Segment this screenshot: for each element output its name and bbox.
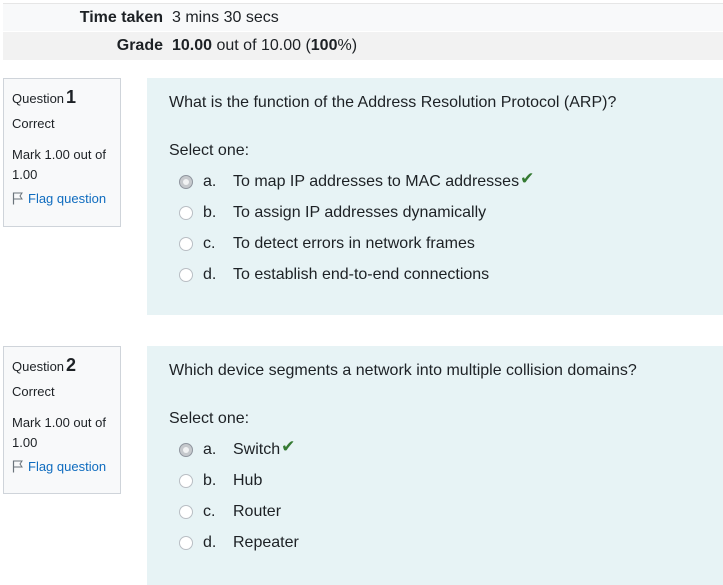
question-number: 2: [66, 355, 77, 375]
flag-question-label: Flag question: [28, 191, 107, 206]
answer-text: Switch: [233, 440, 281, 458]
grade-score: 10.00: [172, 37, 213, 54]
time-taken-label: Time taken: [79, 8, 163, 26]
answer-option[interactable]: a. To map IP addresses to MAC addresses ✔: [179, 166, 701, 197]
grade-value: 10.00 out of 10.00 (100%): [172, 37, 357, 55]
review-summary: Time taken 3 mins 30 secs Grade 10.00 ou…: [3, 3, 723, 60]
question-2-info: Question 2 Correct Mark 1.00 out of 1.00 …: [3, 346, 121, 494]
answer-option[interactable]: b. To assign IP addresses dynamically: [179, 197, 701, 228]
answer-text: Hub: [233, 471, 263, 489]
question-1-mark: Mark 1.00 out of 1.00: [12, 147, 106, 182]
answer-letter: b.: [203, 471, 217, 489]
answer-letter: a.: [203, 172, 217, 190]
radio-button[interactable]: [179, 504, 193, 519]
question-2-prompt: Select one:: [169, 410, 250, 427]
question-1-state: Correct: [12, 116, 55, 131]
question-2-answers: a. Switch ✔ b. Hub c. Router d. Repeater: [179, 434, 701, 558]
flag-question-2-link[interactable]: Flag question: [12, 459, 112, 474]
answer-letter: d.: [203, 265, 217, 283]
flag-question-1-link[interactable]: Flag question: [12, 191, 112, 206]
answer-letter: c.: [203, 234, 216, 252]
grade-percent: 100: [310, 37, 338, 54]
answer-text: To assign IP addresses dynamically: [233, 203, 487, 221]
flag-icon: [12, 460, 23, 473]
flag-question-label: Flag question: [28, 459, 107, 474]
flag-icon: [12, 192, 23, 205]
question-2-state: Correct: [12, 384, 55, 399]
answer-text: To detect errors in network frames: [233, 234, 475, 252]
answer-letter: d.: [203, 533, 217, 551]
question-1-prompt: Select one:: [169, 142, 250, 159]
answer-text: To establish end-to-end connections: [233, 265, 490, 283]
radio-button[interactable]: [179, 442, 193, 457]
question-2-content: Which device segments a network into mul…: [147, 346, 723, 585]
grade-label: Grade: [116, 37, 163, 54]
question-label: Question: [12, 359, 65, 374]
question-1-content: What is the function of the Address Reso…: [147, 78, 723, 315]
answer-letter: b.: [203, 203, 217, 221]
question-2-text: Which device segments a network into mul…: [169, 362, 637, 379]
answer-option[interactable]: a. Switch ✔: [179, 434, 701, 465]
answer-text: Router: [233, 502, 282, 520]
answer-option[interactable]: c. To detect errors in network frames: [179, 228, 701, 259]
answer-text: To map IP addresses to MAC addresses: [233, 172, 520, 190]
answer-text: Repeater: [233, 533, 299, 551]
grade-percent-suffix: %): [337, 37, 358, 54]
question-1-number: Question 1: [12, 87, 112, 108]
question-1-info: Question 1 Correct Mark 1.00 out of 1.00 …: [3, 78, 121, 227]
question-1-text: What is the function of the Address Reso…: [169, 94, 617, 111]
answer-letter: a.: [203, 440, 217, 458]
summary-row-time-taken: Time taken 3 mins 30 secs: [3, 3, 723, 31]
grade-out-of: out of 10.00 (: [212, 37, 311, 54]
radio-button[interactable]: [179, 174, 193, 189]
radio-button[interactable]: [179, 473, 193, 488]
radio-button[interactable]: [179, 236, 193, 251]
checkmark-icon: ✔: [520, 168, 535, 188]
summary-row-grade: Grade 10.00 out of 10.00 (100%): [3, 32, 723, 60]
question-2-mark: Mark 1.00 out of 1.00: [12, 415, 106, 450]
question-1-answers: a. To map IP addresses to MAC addresses ✔ …: [179, 166, 701, 290]
time-taken-value: 3 mins 30 secs: [172, 8, 279, 26]
checkmark-icon: ✔: [281, 436, 296, 456]
answer-option[interactable]: b. Hub: [179, 465, 701, 496]
answer-option[interactable]: d. Repeater: [179, 527, 701, 558]
question-number: 1: [66, 87, 77, 107]
question-2-number: Question 2: [12, 355, 112, 376]
answer-option[interactable]: d. To establish end-to-end connections: [179, 259, 701, 290]
answer-letter: c.: [203, 502, 216, 520]
radio-button[interactable]: [179, 267, 193, 282]
answer-option[interactable]: c. Router: [179, 496, 701, 527]
radio-button[interactable]: [179, 205, 193, 220]
question-label: Question: [12, 91, 65, 106]
radio-button[interactable]: [179, 535, 193, 550]
